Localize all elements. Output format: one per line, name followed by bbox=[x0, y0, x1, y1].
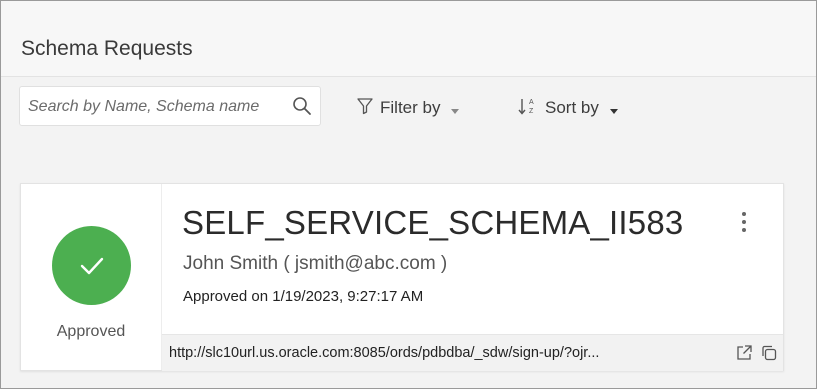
copy-icon[interactable] bbox=[760, 344, 778, 362]
approval-timestamp: Approved on 1/19/2023, 9:27:17 AM bbox=[183, 288, 424, 305]
checkmark-icon bbox=[80, 257, 104, 275]
status-pane: Approved bbox=[21, 184, 162, 370]
kebab-menu-icon[interactable] bbox=[736, 209, 752, 237]
signup-url[interactable]: http://slc10url.us.oracle.com:8085/ords/… bbox=[169, 345, 714, 361]
sort-label: Sort by bbox=[545, 98, 599, 117]
page-header: Schema Requests bbox=[1, 1, 816, 77]
requester: John Smith ( jsmith@abc.com ) bbox=[183, 253, 448, 274]
svg-text:Z: Z bbox=[529, 108, 534, 115]
status-badge bbox=[52, 226, 131, 305]
search-box[interactable] bbox=[19, 86, 321, 126]
filter-button[interactable]: Filter by bbox=[356, 96, 460, 120]
open-external-icon[interactable] bbox=[735, 344, 753, 362]
search-input[interactable] bbox=[28, 96, 283, 118]
sort-button[interactable]: A Z Sort by bbox=[517, 96, 619, 120]
status-label: Approved bbox=[56, 323, 126, 340]
filter-label: Filter by bbox=[380, 98, 441, 117]
chevron-down-icon bbox=[450, 103, 460, 114]
sort-icon: A Z bbox=[517, 96, 539, 121]
url-bar: http://slc10url.us.oracle.com:8085/ords/… bbox=[162, 334, 783, 371]
svg-text:A: A bbox=[529, 99, 534, 106]
page-title: Schema Requests bbox=[21, 37, 193, 60]
filter-icon bbox=[356, 97, 374, 120]
chevron-down-icon bbox=[609, 103, 619, 114]
schema-name: SELF_SERVICE_SCHEMA_II583 bbox=[182, 204, 684, 241]
schema-request-card[interactable]: Approved SELF_SERVICE_SCHEMA_II583 John … bbox=[20, 183, 784, 371]
search-icon[interactable] bbox=[292, 96, 312, 116]
